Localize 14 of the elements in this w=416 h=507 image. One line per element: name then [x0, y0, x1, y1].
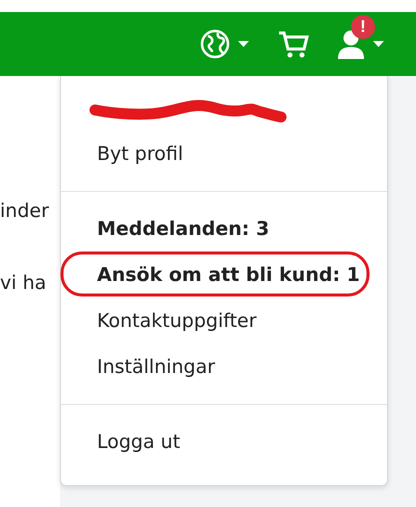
cart-icon	[277, 29, 309, 59]
page-text: inder	[0, 200, 50, 222]
menu-item[interactable]: Kontaktuppgifter	[61, 298, 387, 344]
menu-item[interactable]: Logga ut	[61, 419, 387, 465]
menu-item[interactable]: Inställningar	[61, 344, 387, 390]
caret-icon	[373, 41, 384, 47]
menu-item[interactable]: Meddelanden: 3	[61, 206, 387, 252]
caret-icon	[238, 41, 249, 47]
menu-item[interactable]: Ansök om att bli kund: 1	[61, 252, 387, 298]
alert-badge: !	[351, 15, 375, 39]
user-menu-button[interactable]: !	[337, 15, 384, 59]
globe-icon	[200, 29, 230, 59]
page-text: vi ha	[0, 272, 48, 294]
menu-item[interactable]: Byt profil	[61, 131, 387, 177]
